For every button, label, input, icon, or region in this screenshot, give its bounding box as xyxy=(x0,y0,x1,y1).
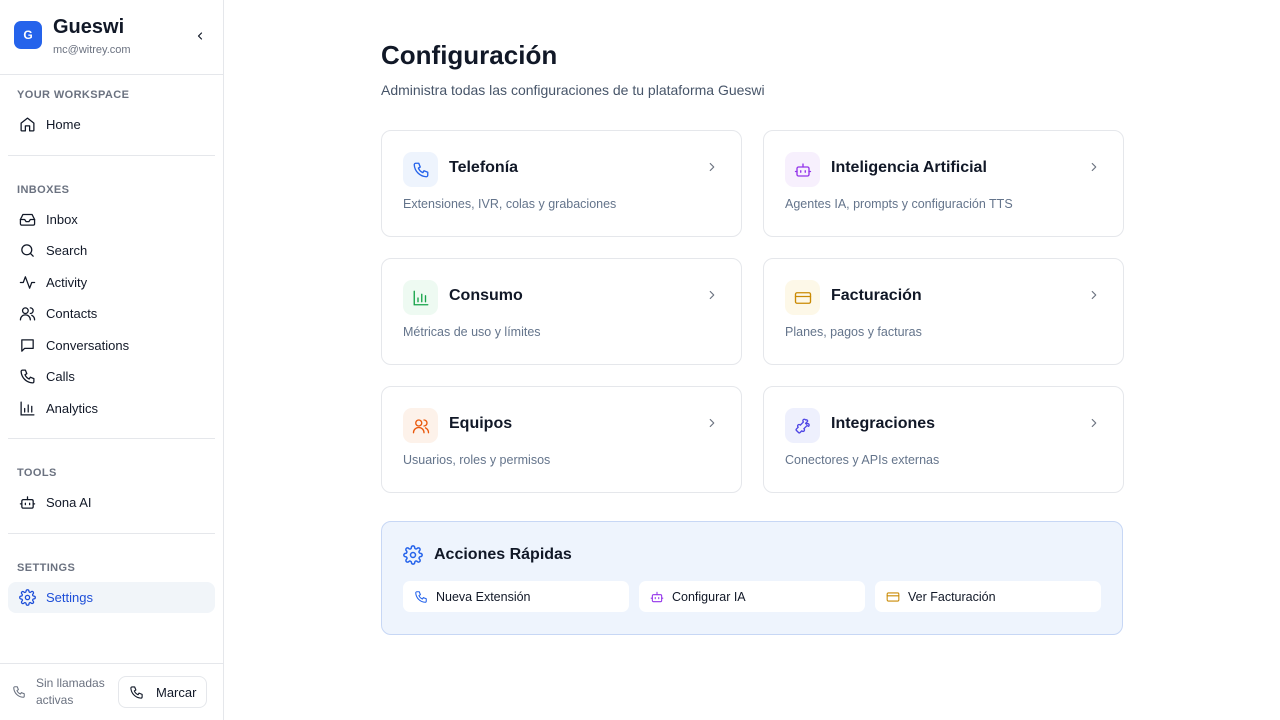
gear-icon xyxy=(403,545,423,565)
button-label: Configurar IA xyxy=(672,589,746,604)
bar-chart-icon xyxy=(413,290,428,305)
view-billing-button[interactable]: Ver Facturación xyxy=(875,581,1101,612)
sidebar-item-label: Settings xyxy=(46,589,93,605)
sidebar-item-activity[interactable]: Activity xyxy=(8,267,215,299)
sidebar-item-label: Inbox xyxy=(46,211,78,227)
home-icon xyxy=(18,116,36,134)
page-subtitle: Administra todas las configuraciones de … xyxy=(381,82,765,98)
users-icon xyxy=(18,305,36,323)
card-integraciones[interactable]: Integraciones Conectores y APIs externas xyxy=(763,386,1124,493)
gear-icon xyxy=(18,588,36,606)
button-label: Nueva Extensión xyxy=(436,589,531,604)
sidebar-item-label: Analytics xyxy=(46,400,99,416)
call-status-text: Sin llamadas activas xyxy=(36,676,105,707)
sidebar-item-label: Activity xyxy=(46,274,88,290)
sidebar-item-calls[interactable]: Calls xyxy=(8,361,215,393)
card-icon-bg xyxy=(403,152,438,187)
dial-button[interactable]: Marcar xyxy=(118,676,208,708)
card-description: Métricas de uso y límites xyxy=(403,325,541,339)
phone-icon xyxy=(414,590,428,604)
sidebar-item-analytics[interactable]: Analytics xyxy=(8,393,215,425)
sidebar-item-conversations[interactable]: Conversations xyxy=(8,330,215,362)
collapse-sidebar-button[interactable] xyxy=(191,26,209,46)
card-inteligencia-artificial[interactable]: Inteligencia Artificial Agentes IA, prom… xyxy=(763,130,1124,237)
quick-actions-panel: Acciones Rápidas Nueva Extensión Configu… xyxy=(381,521,1123,635)
bot-icon xyxy=(650,590,664,604)
card-description: Planes, pagos y facturas xyxy=(785,325,922,339)
quick-actions-title: Acciones Rápidas xyxy=(434,546,572,563)
page-title: Configuración xyxy=(381,40,558,70)
chevron-right-icon xyxy=(705,416,719,430)
workspace-avatar: G xyxy=(14,21,42,49)
users-icon xyxy=(412,418,429,433)
card-icon-bg xyxy=(785,280,820,315)
credit-card-icon xyxy=(886,590,900,604)
card-title: Facturación xyxy=(831,287,922,304)
sidebar-item-label: Search xyxy=(46,243,88,259)
phone-icon xyxy=(12,685,26,699)
bar-chart-icon xyxy=(18,399,36,417)
sidebar-item-label: Calls xyxy=(46,369,75,385)
credit-card-icon xyxy=(794,291,811,304)
sidebar-item-search[interactable]: Search xyxy=(8,235,215,267)
section-title-inboxes: INBOXES xyxy=(17,183,70,196)
call-status: Sin llamadas activas xyxy=(12,675,112,709)
section-title-settings: SETTINGS xyxy=(17,561,76,574)
search-icon xyxy=(18,242,36,260)
sidebar-footer: Sin llamadas activas Marcar xyxy=(0,663,223,720)
card-title: Telefonía xyxy=(449,159,519,176)
card-title: Consumo xyxy=(449,287,523,304)
sidebar-item-label: Home xyxy=(46,117,81,133)
card-description: Agentes IA, prompts y configuración TTS xyxy=(785,197,1013,211)
new-extension-button[interactable]: Nueva Extensión xyxy=(403,581,629,612)
bot-icon xyxy=(18,494,36,512)
card-icon-bg xyxy=(785,408,820,443)
card-description: Extensiones, IVR, colas y grabaciones xyxy=(403,197,617,211)
section-title-workspace: YOUR WORKSPACE xyxy=(17,89,130,101)
workspace-name: Gueswi xyxy=(53,16,125,38)
section-title-tools: TOOLS xyxy=(17,467,57,479)
configure-ai-button[interactable]: Configurar IA xyxy=(639,581,865,612)
chevron-right-icon xyxy=(1087,160,1101,174)
card-description: Conectores y APIs externas xyxy=(785,453,940,467)
sidebar-item-home[interactable]: Home xyxy=(8,109,215,141)
button-label: Ver Facturación xyxy=(908,589,996,604)
workspace-header[interactable]: G Gueswi mc@witrey.com xyxy=(0,0,223,75)
chevron-left-icon xyxy=(197,32,203,40)
sidebar: G Gueswi mc@witrey.com YOUR WORKSPACE Ho… xyxy=(0,0,224,720)
card-facturacion[interactable]: Facturación Planes, pagos y facturas xyxy=(763,258,1124,365)
card-icon-bg xyxy=(785,152,820,187)
bot-icon xyxy=(794,162,811,177)
card-icon-bg xyxy=(403,280,438,315)
activity-icon xyxy=(18,273,36,291)
card-title: Inteligencia Artificial xyxy=(831,159,987,176)
inbox-icon xyxy=(18,210,36,228)
card-telefonia[interactable]: Telefonía Extensiones, IVR, colas y grab… xyxy=(381,130,742,237)
main-content: Configuración Administra todas las confi… xyxy=(224,0,1280,720)
card-title: Integraciones xyxy=(831,415,936,432)
puzzle-icon xyxy=(794,418,810,434)
card-icon-bg xyxy=(403,408,438,443)
card-consumo[interactable]: Consumo Métricas de uso y límites xyxy=(381,258,742,365)
card-title: Equipos xyxy=(449,415,513,432)
chevron-right-icon xyxy=(1087,416,1101,430)
phone-icon xyxy=(129,685,144,700)
chevron-right-icon xyxy=(705,288,719,302)
sidebar-item-sona-ai[interactable]: Sona AI xyxy=(8,487,215,519)
card-description: Usuarios, roles y permisos xyxy=(403,453,551,467)
message-icon xyxy=(18,336,36,354)
sidebar-item-inbox[interactable]: Inbox xyxy=(8,204,215,236)
sidebar-item-settings[interactable]: Settings xyxy=(8,581,215,613)
phone-icon xyxy=(413,162,428,177)
sidebar-item-label: Conversations xyxy=(46,337,130,353)
card-equipos[interactable]: Equipos Usuarios, roles y permisos xyxy=(381,386,742,493)
dial-button-label: Marcar xyxy=(156,684,197,700)
chevron-right-icon xyxy=(705,160,719,174)
sidebar-item-label: Sona AI xyxy=(46,495,92,511)
sidebar-item-label: Contacts xyxy=(46,306,98,322)
phone-icon xyxy=(18,368,36,386)
chevron-right-icon xyxy=(1087,288,1101,302)
workspace-email: mc@witrey.com xyxy=(53,44,131,56)
sidebar-item-contacts[interactable]: Contacts xyxy=(8,298,215,330)
